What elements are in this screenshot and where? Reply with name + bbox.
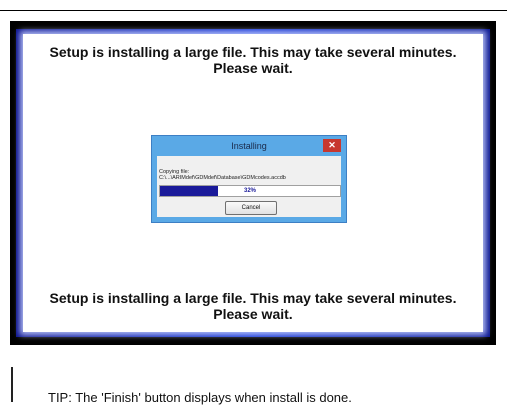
cancel-button[interactable]: Cancel bbox=[225, 201, 277, 215]
progress-percent: 32% bbox=[243, 188, 256, 194]
install-message-top-line1: Setup is installing a large file. This m… bbox=[49, 44, 457, 60]
installer-background: Setup is installing a large file. This m… bbox=[16, 29, 490, 337]
progress-bar: 32% bbox=[159, 185, 341, 197]
top-divider bbox=[0, 10, 507, 11]
installing-dialog: Installing ✕ Copying file: C:\...\ARIMde… bbox=[151, 135, 347, 223]
install-message-bottom-line2: Please wait. bbox=[213, 306, 293, 322]
dialog-title: Installing bbox=[231, 141, 267, 151]
dialog-body: Copying file: C:\...\ARIMdef\GDMdef\Data… bbox=[157, 156, 341, 217]
install-message-bottom-line1: Setup is installing a large file. This m… bbox=[49, 290, 457, 306]
left-margin-bar bbox=[11, 367, 13, 402]
tip-text: TIP: The 'Finish' button displays when i… bbox=[48, 390, 352, 405]
close-icon[interactable]: ✕ bbox=[323, 139, 341, 152]
installer-panel: Setup is installing a large file. This m… bbox=[23, 34, 483, 332]
install-message-top-line2: Please wait. bbox=[213, 60, 293, 76]
installer-frame: Setup is installing a large file. This m… bbox=[10, 21, 496, 345]
install-message-top: Setup is installing a large file. This m… bbox=[23, 44, 483, 76]
install-message-bottom: Setup is installing a large file. This m… bbox=[23, 290, 483, 322]
copying-file-path: C:\...\ARIMdef\GDMdef\Database\GDMcodes.… bbox=[159, 175, 286, 181]
